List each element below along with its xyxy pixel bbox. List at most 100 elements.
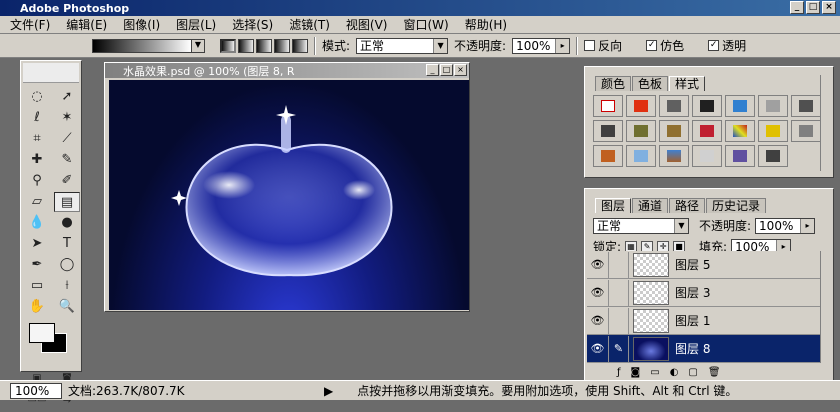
- healing-brush-tool-icon[interactable]: ✚: [24, 150, 50, 170]
- style-swatch[interactable]: [626, 120, 656, 142]
- style-swatch[interactable]: [791, 120, 821, 142]
- hand-tool-icon[interactable]: ✋: [24, 297, 50, 317]
- style-swatch[interactable]: [593, 95, 623, 117]
- tab-history[interactable]: 历史记录: [706, 198, 767, 213]
- gradient-picker[interactable]: ▼: [92, 38, 205, 53]
- adjustment-layer-icon[interactable]: ◐: [670, 367, 679, 381]
- radial-gradient-button[interactable]: [238, 38, 254, 53]
- trash-icon[interactable]: 🗑: [708, 367, 721, 381]
- mode-select[interactable]: 正常 ▼: [356, 37, 449, 54]
- play-icon[interactable]: ▶: [324, 384, 333, 398]
- eraser-tool-icon[interactable]: ▱: [24, 192, 50, 212]
- minimize-button[interactable]: _: [426, 64, 439, 76]
- shape-tool-icon[interactable]: ◯: [54, 255, 80, 275]
- linear-gradient-button[interactable]: [220, 38, 236, 53]
- path-selection-tool-icon[interactable]: ➤: [24, 234, 50, 254]
- style-swatch[interactable]: [692, 120, 722, 142]
- layer-row[interactable]: 👁 图层 5: [587, 251, 821, 279]
- style-swatch[interactable]: [725, 145, 755, 167]
- tab-paths[interactable]: 路径: [669, 198, 706, 213]
- style-swatch[interactable]: [692, 95, 722, 117]
- eye-icon[interactable]: 👁: [587, 279, 609, 306]
- layers-scrollbar[interactable]: [820, 251, 832, 363]
- angle-gradient-button[interactable]: [256, 38, 272, 53]
- menu-view[interactable]: 视图(V): [338, 16, 396, 33]
- dodge-tool-icon[interactable]: ●: [54, 213, 80, 233]
- eye-icon[interactable]: 👁: [587, 307, 609, 334]
- zoom-tool-icon[interactable]: 🔍: [54, 297, 80, 317]
- foreground-color-swatch[interactable]: [29, 323, 55, 343]
- menu-help[interactable]: 帮助(H): [457, 16, 515, 33]
- maximize-button[interactable]: □: [806, 1, 820, 14]
- type-tool-icon[interactable]: T: [54, 234, 80, 254]
- marquee-tool-icon[interactable]: ◌: [24, 87, 50, 107]
- menu-image[interactable]: 图像(I): [115, 16, 168, 33]
- style-swatch[interactable]: [692, 145, 722, 167]
- image-canvas[interactable]: [109, 80, 469, 310]
- menu-file[interactable]: 文件(F): [2, 16, 58, 33]
- style-swatch[interactable]: [659, 145, 689, 167]
- menu-window[interactable]: 窗口(W): [395, 16, 456, 33]
- chevron-down-icon[interactable]: ▼: [191, 38, 205, 53]
- maximize-button[interactable]: □: [440, 64, 453, 76]
- style-swatch[interactable]: [758, 145, 788, 167]
- link-slot[interactable]: [609, 279, 629, 306]
- close-button[interactable]: ×: [454, 64, 467, 76]
- style-swatch[interactable]: [659, 120, 689, 142]
- layer-row[interactable]: 👁 图层 1: [587, 307, 821, 335]
- layer-style-icon[interactable]: ƒ: [617, 367, 621, 381]
- layer-row-selected[interactable]: 👁 ✎ 图层 8: [587, 335, 821, 363]
- minimize-button[interactable]: _: [790, 1, 804, 14]
- menu-filter[interactable]: 滤镜(T): [281, 16, 338, 33]
- tab-swatches[interactable]: 色板: [632, 76, 669, 91]
- gradient-tool-icon[interactable]: ▤: [54, 192, 80, 212]
- style-swatch[interactable]: [626, 95, 656, 117]
- opacity-field[interactable]: 100% ▸: [512, 37, 571, 54]
- link-slot[interactable]: [609, 307, 629, 334]
- dither-checkbox[interactable]: ✓ 仿色: [646, 37, 684, 54]
- diamond-gradient-button[interactable]: [292, 38, 308, 53]
- brush-tool-icon[interactable]: ✎: [54, 150, 80, 170]
- tab-color[interactable]: 颜色: [595, 76, 632, 91]
- new-layer-icon[interactable]: ▢: [688, 367, 697, 381]
- tab-layers[interactable]: 图层: [595, 198, 632, 213]
- style-swatch[interactable]: [593, 145, 623, 167]
- eye-icon[interactable]: 👁: [587, 335, 609, 362]
- pen-tool-icon[interactable]: ✒: [24, 255, 50, 275]
- tab-styles[interactable]: 样式: [669, 76, 706, 91]
- blend-mode-select[interactable]: 正常 ▼: [593, 217, 689, 234]
- layer-opacity-field[interactable]: 100% ▸: [755, 217, 816, 234]
- magic-wand-tool-icon[interactable]: ✶: [54, 108, 80, 128]
- style-swatch[interactable]: [593, 120, 623, 142]
- reverse-checkbox[interactable]: 反向: [584, 37, 622, 54]
- move-tool-icon[interactable]: ➚: [54, 87, 80, 107]
- layer-mask-icon[interactable]: ◙: [631, 367, 641, 381]
- notes-tool-icon[interactable]: ▭: [24, 276, 50, 296]
- history-brush-tool-icon[interactable]: ✐: [54, 171, 80, 191]
- brush-icon[interactable]: ✎: [609, 335, 629, 362]
- reflected-gradient-button[interactable]: [274, 38, 290, 53]
- lasso-tool-icon[interactable]: ℓ: [24, 108, 50, 128]
- style-swatch[interactable]: [626, 145, 656, 167]
- eyedropper-tool-icon[interactable]: ⟊: [54, 276, 80, 296]
- styles-scrollbar[interactable]: [820, 75, 832, 171]
- eye-icon[interactable]: 👁: [587, 251, 609, 278]
- tab-channels[interactable]: 通道: [632, 198, 669, 213]
- style-swatch[interactable]: [758, 120, 788, 142]
- menu-layer[interactable]: 图层(L): [168, 16, 224, 33]
- clone-stamp-tool-icon[interactable]: ⚲: [24, 171, 50, 191]
- style-swatch[interactable]: [758, 95, 788, 117]
- style-swatch[interactable]: [725, 95, 755, 117]
- style-swatch[interactable]: [791, 95, 821, 117]
- close-button[interactable]: ×: [822, 1, 836, 14]
- document-title-bar[interactable]: 水晶效果.psd @ 100% (图层 8, R _ □ ×: [105, 63, 469, 78]
- menu-edit[interactable]: 编辑(E): [58, 16, 115, 33]
- transparency-checkbox[interactable]: ✓ 透明: [708, 37, 746, 54]
- crop-tool-icon[interactable]: ⌗: [24, 129, 50, 149]
- layer-set-icon[interactable]: ▭: [650, 367, 659, 381]
- link-slot[interactable]: [609, 251, 629, 278]
- style-swatch[interactable]: [725, 120, 755, 142]
- style-swatch[interactable]: [659, 95, 689, 117]
- slice-tool-icon[interactable]: ⟋: [54, 129, 80, 149]
- zoom-field[interactable]: 100%: [10, 382, 62, 399]
